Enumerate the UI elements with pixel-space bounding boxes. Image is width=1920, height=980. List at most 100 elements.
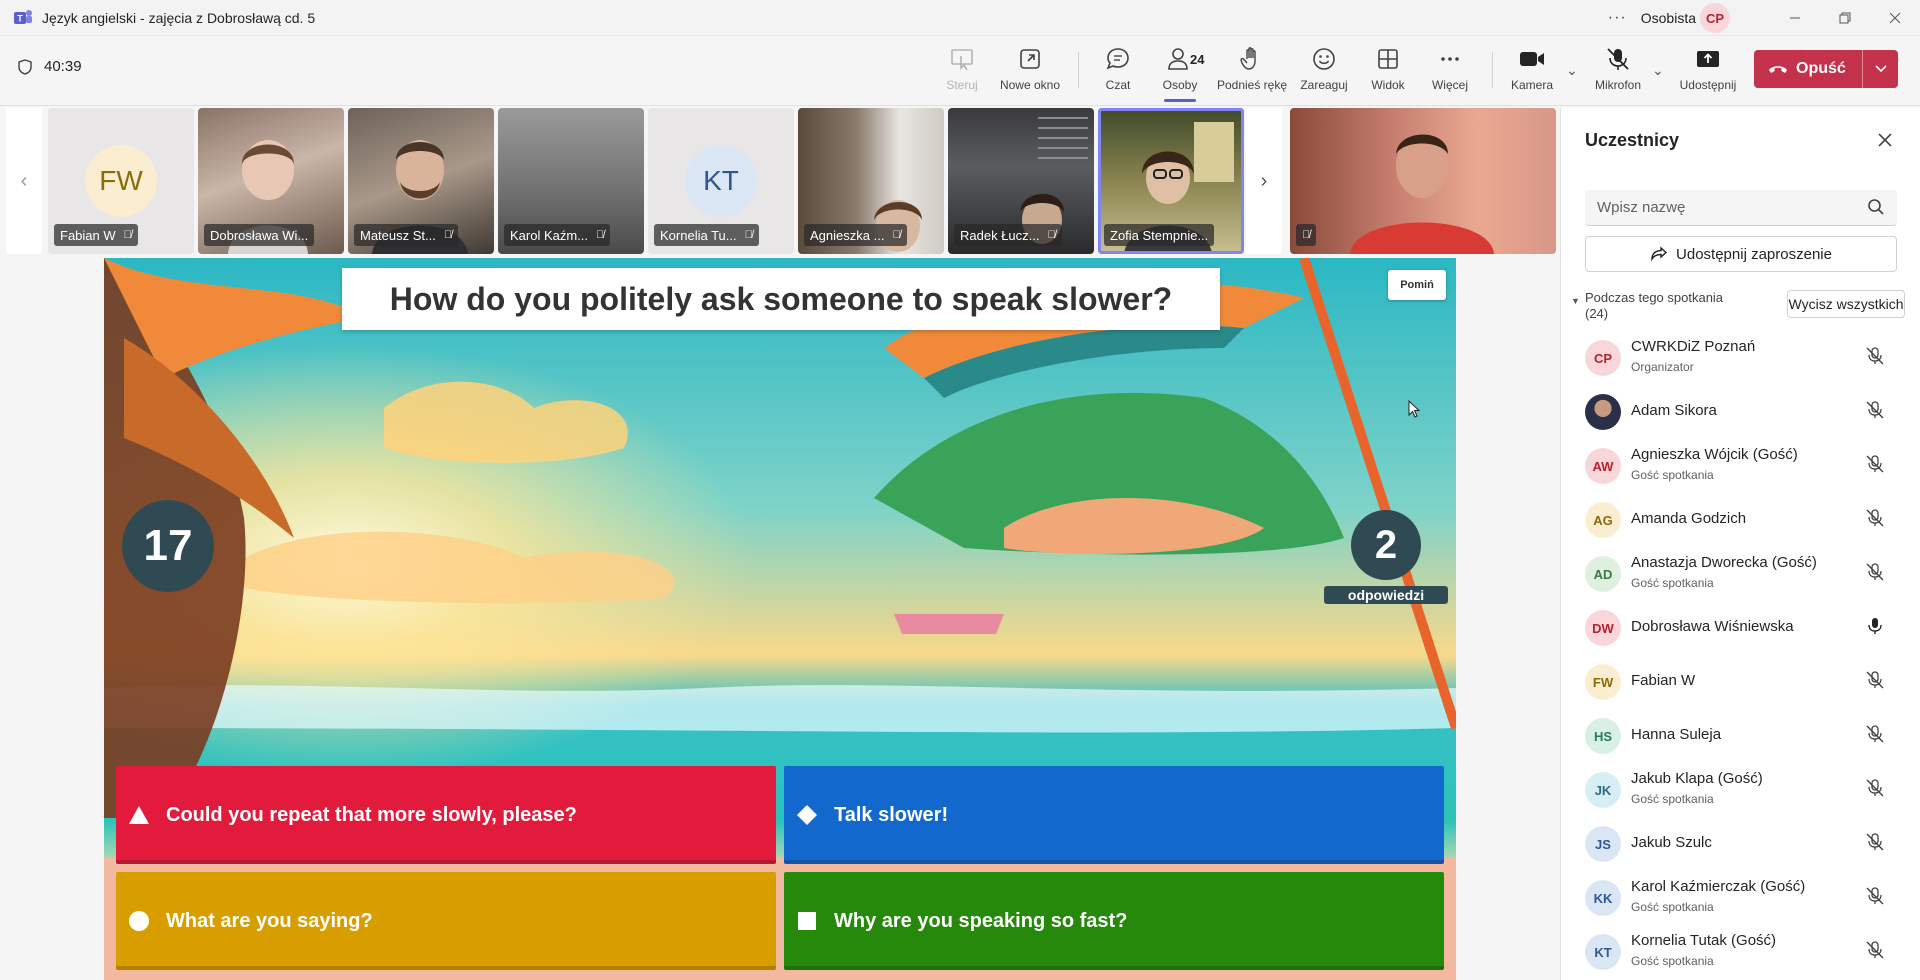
new-window-button[interactable]: Nowe okno — [992, 46, 1068, 92]
more-button[interactable]: Więcej — [1412, 46, 1488, 92]
participant-row[interactable]: DW Dobrosława Wiśniewska — [1561, 600, 1920, 654]
avatar: AG — [1585, 502, 1621, 538]
video-strip: ‹ FW Fabian W 🎙̸ Dobrosława Wi... Mateusz… — [6, 108, 1556, 256]
minimize-icon — [1790, 17, 1800, 19]
participant-row[interactable]: HS Hanna Suleja — [1561, 708, 1920, 762]
participant-name: Karol Kaźmierczak (Gość) — [1631, 878, 1806, 895]
participant-name: Hanna Suleja — [1631, 726, 1722, 743]
video-tile[interactable]: Dobrosława Wi... — [198, 108, 344, 254]
microphone-muted-icon[interactable] — [1865, 562, 1885, 582]
video-tile[interactable]: Zofia Stempnie... — [1098, 108, 1244, 254]
self-video-tile[interactable]: 🎙̸ — [1290, 108, 1556, 254]
minimize-button[interactable] — [1770, 0, 1820, 36]
search-placeholder: Wpisz nazwę — [1597, 199, 1686, 216]
avatar: HS — [1585, 718, 1621, 754]
hang-up-icon — [1769, 66, 1787, 73]
participant-role: Gość spotkania — [1631, 468, 1714, 482]
microphone-muted-icon[interactable] — [1865, 724, 1885, 744]
people-button[interactable]: 24 Osoby — [1142, 46, 1218, 102]
answer-text: What are you saying? — [166, 909, 373, 932]
restore-button[interactable] — [1820, 0, 1870, 36]
quiz-question: How do you politely ask someone to speak… — [342, 268, 1220, 330]
leave-options-chevron-icon[interactable] — [1863, 65, 1898, 73]
answer-option-green[interactable]: Why are you speaking so fast? — [784, 872, 1444, 970]
microphone-muted-icon[interactable] — [1865, 508, 1885, 528]
tile-name: Agnieszka ... — [810, 227, 885, 243]
participant-row[interactable]: AW Agnieszka Wójcik (Gość) Gość spotkania — [1561, 438, 1920, 492]
video-tile[interactable]: Agnieszka ... 🎙̸ — [798, 108, 944, 254]
avatar: KT — [1585, 934, 1621, 970]
ellipsis-icon — [1441, 57, 1459, 61]
answer-option-red[interactable]: Could you repeat that more slowly, pleas… — [116, 766, 776, 864]
answer-text: Talk slower! — [834, 803, 949, 826]
toolbar-divider — [1078, 52, 1079, 88]
participant-row[interactable]: CP CWRKDiZ Poznań Organizator — [1561, 330, 1920, 384]
participant-role: Gość spotkania — [1631, 792, 1714, 806]
participant-row[interactable]: Adam Sikora — [1561, 384, 1920, 438]
microphone-muted-icon[interactable] — [1865, 400, 1885, 420]
control-button[interactable]: Steruj — [924, 46, 1000, 92]
close-window-button[interactable] — [1870, 0, 1920, 36]
more-options-icon[interactable]: ··· — [1608, 9, 1627, 27]
video-tile[interactable]: Karol Kaźm... 🎙̸ — [498, 108, 644, 254]
microphone-label: Mikrofon — [1594, 78, 1641, 92]
share-invite-button[interactable]: Udostępnij zaproszenie — [1585, 236, 1897, 272]
control-icon — [951, 49, 973, 71]
leave-button[interactable]: Opuść — [1754, 50, 1898, 88]
profile-label[interactable]: Osobista — [1641, 10, 1696, 26]
video-tile[interactable]: FW Fabian W 🎙̸ — [48, 108, 194, 254]
answer-option-blue[interactable]: Talk slower! — [784, 766, 1444, 864]
microphone-button[interactable]: Mikrofon — [1580, 46, 1656, 92]
leave-label: Opuść — [1796, 60, 1846, 77]
microphone-muted-icon[interactable] — [1865, 832, 1885, 852]
camera-button[interactable]: Kamera — [1494, 46, 1570, 92]
strip-next-button[interactable]: › — [1246, 108, 1282, 254]
profile-avatar[interactable]: CP — [1700, 3, 1730, 33]
video-tile[interactable]: Mateusz St... 🎙̸ — [348, 108, 494, 254]
microphone-muted-icon[interactable] — [1865, 454, 1885, 474]
participant-video — [1350, 134, 1494, 254]
circle-icon — [128, 910, 150, 932]
meeting-timer: 40:39 — [18, 58, 82, 75]
tile-name: Radek Łucz... — [960, 227, 1040, 243]
participant-row[interactable]: FW Fabian W — [1561, 654, 1920, 708]
tile-name-label: 🎙̸ — [1296, 224, 1317, 246]
microphone-muted-icon[interactable] — [1865, 940, 1885, 960]
participant-name: Amanda Godzich — [1631, 510, 1747, 527]
mic-muted-icon: 🎙̸ — [1047, 229, 1056, 241]
raise-hand-button[interactable]: Podnieś rękę — [1214, 46, 1290, 92]
avatar: KK — [1585, 880, 1621, 916]
microphone-muted-icon[interactable] — [1865, 778, 1885, 798]
microphone-muted-icon[interactable] — [1865, 670, 1885, 690]
raise-hand-label: Podnieś rękę — [1216, 78, 1288, 92]
skip-button[interactable]: Pomiń — [1388, 270, 1446, 300]
participant-role: Organizator — [1631, 360, 1694, 374]
participant-name: Agnieszka Wójcik (Gość) — [1631, 446, 1798, 463]
participant-row[interactable]: JK Jakub Klapa (Gość) Gość spotkania — [1561, 762, 1920, 816]
microphone-options-chevron-icon[interactable]: ⌄ — [1652, 62, 1664, 79]
participant-name: Jakub Szulc — [1631, 834, 1712, 851]
avatar — [1585, 394, 1621, 430]
share-screen-icon — [1697, 51, 1719, 67]
mute-all-button[interactable]: Wycisz wszystkich — [1787, 290, 1905, 318]
share-button[interactable]: Udostępnij — [1670, 46, 1746, 92]
participant-name: Jakub Klapa (Gość) — [1631, 770, 1763, 787]
video-tile[interactable]: Radek Łucz... 🎙̸ — [948, 108, 1094, 254]
answer-option-yellow[interactable]: What are you saying? — [116, 872, 776, 970]
tile-name: Mateusz St... — [360, 227, 436, 243]
participant-row[interactable]: JS Jakub Szulc — [1561, 816, 1920, 870]
strip-prev-button[interactable]: ‹ — [6, 108, 42, 254]
video-tile[interactable]: KT Kornelia Tu... 🎙̸ — [648, 108, 794, 254]
participant-row[interactable]: AG Amanda Godzich — [1561, 492, 1920, 546]
participant-row[interactable]: AD Anastazja Dworecka (Gość) Gość spotkani… — [1561, 546, 1920, 600]
participant-search-input[interactable]: Wpisz nazwę — [1585, 190, 1897, 226]
microphone-muted-icon[interactable] — [1865, 346, 1885, 366]
participant-row[interactable]: KK Karol Kaźmierczak (Gość) Gość spotkania — [1561, 870, 1920, 924]
tile-name-label: Mateusz St... 🎙̸ — [354, 224, 459, 246]
close-panel-button[interactable] — [1877, 128, 1893, 154]
microphone-muted-icon[interactable] — [1865, 886, 1885, 906]
camera-options-chevron-icon[interactable]: ⌄ — [1566, 62, 1578, 79]
participant-row[interactable]: KT Kornelia Tutak (Gość) Gość spotkania — [1561, 924, 1920, 978]
tile-name-label: Fabian W 🎙̸ — [54, 224, 138, 246]
microphone-on-icon[interactable] — [1865, 616, 1885, 636]
